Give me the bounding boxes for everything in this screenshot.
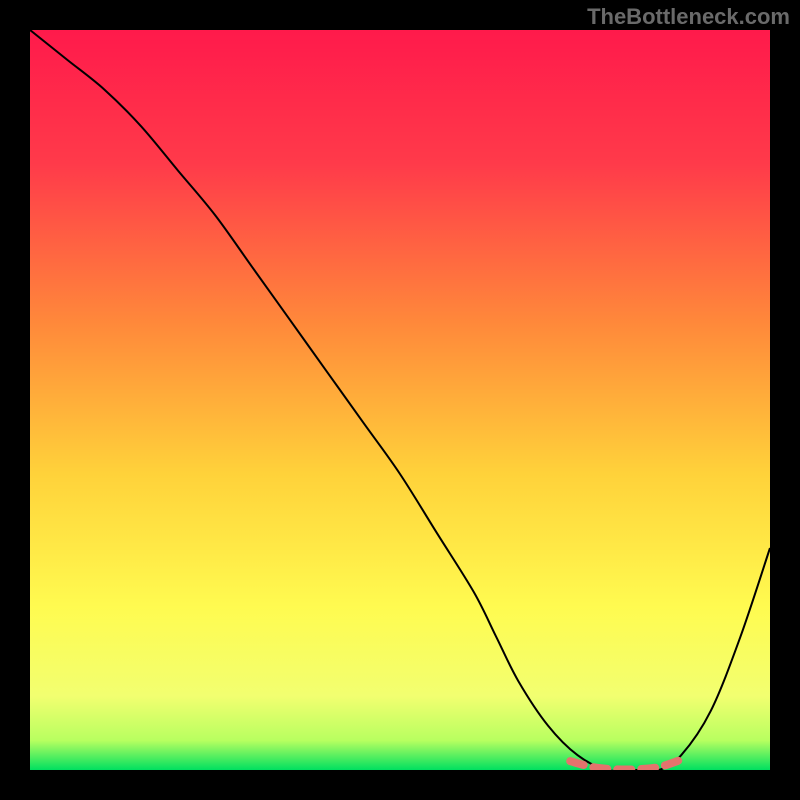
bottleneck-curve (30, 30, 770, 770)
plot-area (30, 30, 770, 770)
curve-layer (30, 30, 770, 770)
watermark-text: TheBottleneck.com (587, 4, 790, 30)
